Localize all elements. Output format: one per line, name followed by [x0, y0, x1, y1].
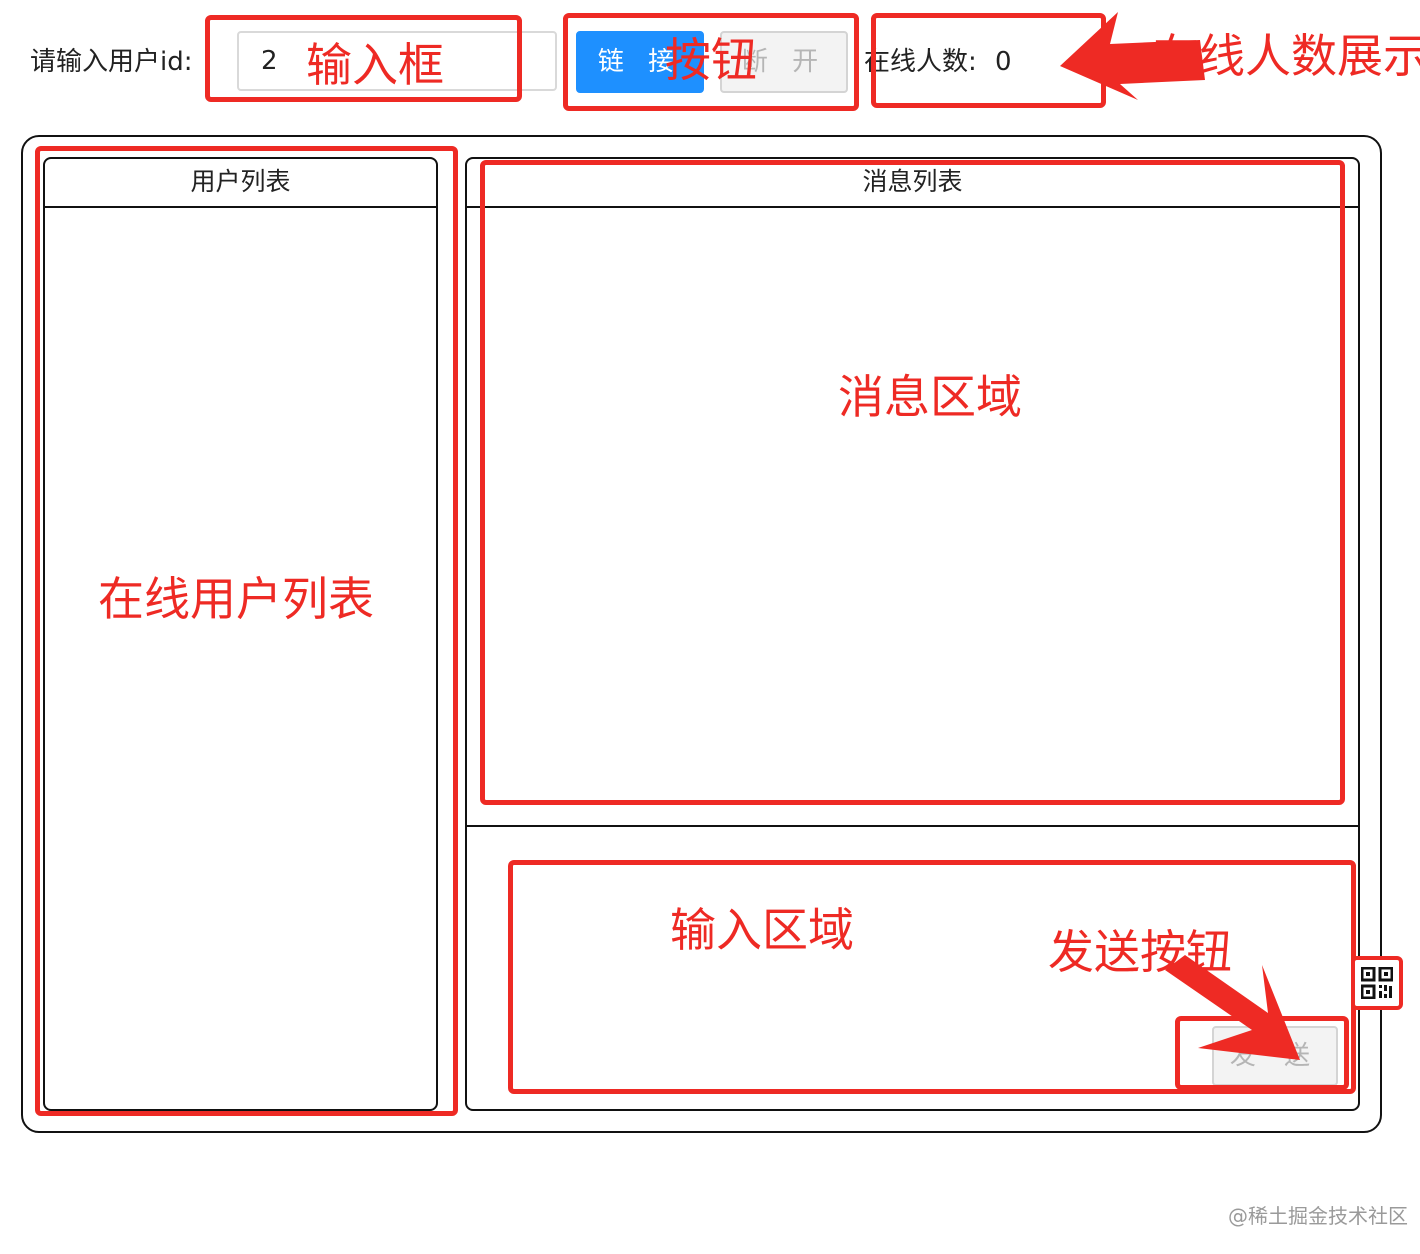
- qr-code-button[interactable]: [1351, 956, 1403, 1010]
- annotation-box-send-button: [1175, 1016, 1349, 1090]
- annotation-box-message-area: [480, 160, 1345, 805]
- user-id-label: 请输入用户id:: [30, 47, 193, 77]
- annotation-online-count: 在线人数展示: [1153, 29, 1420, 83]
- annotation-message-area: 消息区域: [838, 370, 1022, 424]
- annotation-online-user-list: 在线用户列表: [98, 572, 374, 626]
- qr-code-icon: [1361, 967, 1393, 999]
- annotation-send-button: 发送按钮: [1048, 925, 1232, 979]
- message-input-divider: [467, 825, 1358, 827]
- watermark: @稀土掘金技术社区: [1228, 1204, 1408, 1228]
- annotation-button: 按钮: [665, 33, 757, 87]
- annotation-box-online-count: [871, 13, 1106, 108]
- annotation-input-area: 输入区域: [670, 903, 854, 957]
- annotation-input-box: 输入框: [306, 38, 444, 92]
- annotation-box-user-list: [35, 146, 458, 1116]
